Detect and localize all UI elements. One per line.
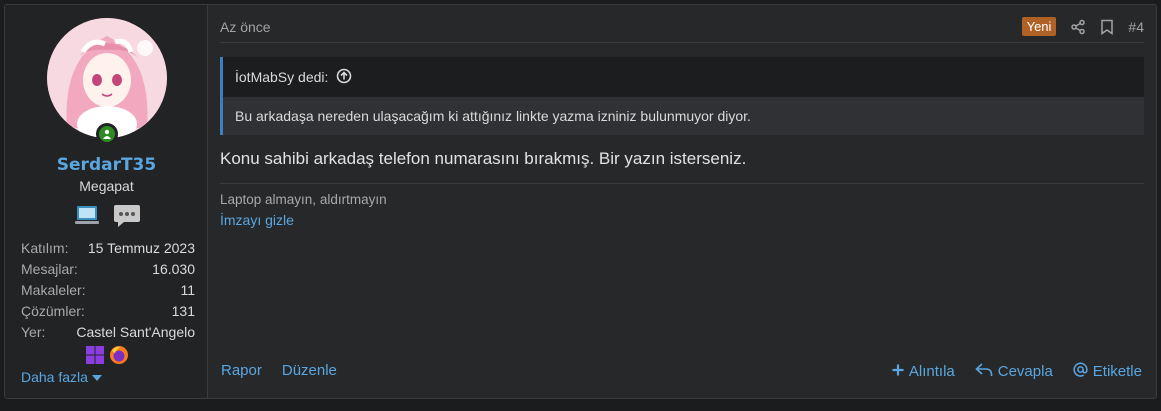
user-title: Megapat xyxy=(79,178,134,194)
post-number[interactable]: #4 xyxy=(1128,19,1144,35)
quote-text: Bu arkadaşa nereden ulaşacağım ki attığı… xyxy=(235,108,751,124)
stat-solutions: Çözümler: 131 xyxy=(21,301,195,322)
report-button[interactable]: Rapor xyxy=(221,362,262,379)
stat-value: Castel Sant'Angelo xyxy=(76,324,195,340)
post-actions-left: Rapor Düzenle xyxy=(221,362,337,379)
quote-header: İotMabSy dedi: xyxy=(223,57,1144,97)
stat-label: Makaleler: xyxy=(21,282,86,298)
quote-button-label: Alıntıla xyxy=(908,363,955,380)
signature-text: Laptop almayın, aldırtmayın xyxy=(220,192,387,207)
reply-button-label: Cevapla xyxy=(997,363,1053,380)
avatar[interactable] xyxy=(47,18,167,138)
post-date[interactable]: Az önce xyxy=(220,19,271,35)
user-sidebar: SerdarT35 Megapat Katılım: 15 Temmuz 202… xyxy=(5,5,208,398)
stat-joined: Katılım: 15 Temmuz 2023 xyxy=(21,238,195,259)
stat-messages: Mesajlar: 16.030 xyxy=(21,259,195,280)
share-icon[interactable] xyxy=(1070,19,1086,35)
edit-button[interactable]: Düzenle xyxy=(282,362,337,379)
stat-label: Mesajlar: xyxy=(21,261,78,277)
quote-button[interactable]: Alıntıla xyxy=(892,362,955,381)
message-body: Konu sahibi arkadaş telefon numarasını b… xyxy=(220,149,747,168)
stat-location: Yer: Castel Sant'Angelo xyxy=(21,322,195,343)
message-attribution: Az önce Yeni #4 xyxy=(220,17,1144,43)
tag-button-label: Etiketle xyxy=(1092,363,1142,380)
user-stats: Katılım: 15 Temmuz 2023 Mesajlar: 16.030… xyxy=(21,238,195,343)
reply-icon xyxy=(975,362,993,381)
stat-label: Çözümler: xyxy=(21,303,85,319)
attribution-actions: Yeni #4 xyxy=(1021,17,1144,36)
post-actions-right: Alıntıla Cevapla Etiketle xyxy=(892,362,1142,381)
firefox-icon xyxy=(109,345,129,370)
message-content: Az önce Yeni #4 İotMabSy dedi: Bu arkada… xyxy=(208,5,1156,398)
user-banners xyxy=(73,201,141,229)
chat-banner-icon xyxy=(113,201,141,229)
stat-articles: Makaleler: 11 xyxy=(21,280,195,301)
stat-value: 16.030 xyxy=(152,261,195,277)
chevron-down-icon xyxy=(91,369,102,385)
username[interactable]: SerdarT35 xyxy=(5,155,208,175)
user-system-icons xyxy=(85,345,129,370)
stat-label: Yer: xyxy=(21,324,46,340)
hide-signature-link[interactable]: İmzayı gizle xyxy=(220,212,294,228)
new-badge: Yeni xyxy=(1021,17,1057,36)
signature-divider xyxy=(220,183,1144,184)
more-button[interactable]: Daha fazla xyxy=(21,369,102,385)
quote-block: İotMabSy dedi: Bu arkadaşa nereden ulaşa… xyxy=(220,57,1144,135)
stat-label: Katılım: xyxy=(21,240,69,256)
online-status-icon xyxy=(96,123,118,145)
windows-icon xyxy=(85,345,105,370)
stat-value: 131 xyxy=(171,303,195,319)
message-post: SerdarT35 Megapat Katılım: 15 Temmuz 202… xyxy=(4,4,1157,399)
bookmark-icon[interactable] xyxy=(1100,19,1114,35)
quote-author[interactable]: İotMabSy dedi: xyxy=(235,69,328,85)
plus-icon xyxy=(892,363,904,380)
laptop-banner-icon xyxy=(73,201,101,229)
at-icon xyxy=(1073,362,1088,381)
stat-value: 15 Temmuz 2023 xyxy=(87,240,195,256)
tag-button[interactable]: Etiketle xyxy=(1073,362,1142,381)
more-label: Daha fazla xyxy=(21,369,88,385)
stat-value: 11 xyxy=(180,282,195,298)
arrow-up-circle-icon[interactable] xyxy=(336,68,352,87)
reply-button[interactable]: Cevapla xyxy=(975,362,1053,381)
